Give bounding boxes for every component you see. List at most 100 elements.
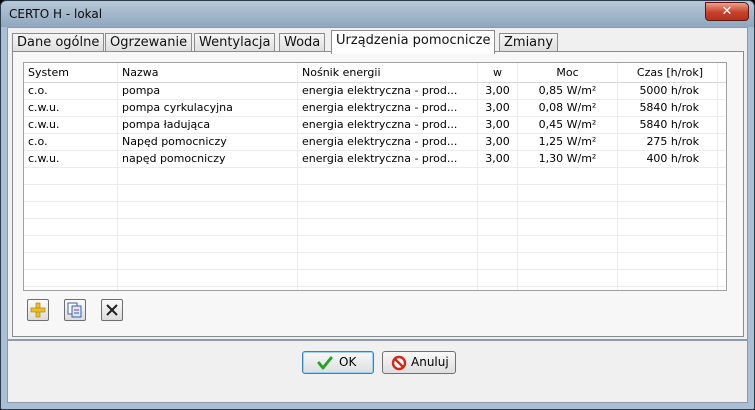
table-cell [618, 270, 718, 287]
table-cell: energia elektryczna - prod... [298, 151, 478, 168]
tab-label: Urządzenia pomocnicze [336, 33, 491, 48]
table-cell [618, 202, 718, 219]
table-cell [298, 253, 478, 270]
table-cell: 3,00 [478, 134, 518, 151]
delete-button[interactable] [101, 299, 123, 321]
table-cell [298, 202, 478, 219]
table-cell [518, 219, 618, 236]
table-row[interactable]: c.o. Napęd pomocniczy energia elektryczna … [24, 134, 726, 151]
table-row[interactable]: c.o. pompa energia elektryczna - prod... 3,… [24, 83, 726, 100]
table-cell: 0,45 W/m² [518, 117, 618, 134]
table-cell [718, 287, 726, 290]
table-row[interactable]: c.w.u. napęd pomocniczy energia elektryczn… [24, 151, 726, 168]
empty-table-row[interactable] [24, 253, 726, 270]
table-cell: 5840 h/rok [618, 100, 718, 117]
table-cell [618, 236, 718, 253]
table-cell: c.w.u. [24, 117, 118, 134]
table-cell: 1,30 W/m² [518, 151, 618, 168]
table-cell [518, 202, 618, 219]
table-cell [478, 236, 518, 253]
table-cell [478, 270, 518, 287]
tab-wentylacja[interactable]: Wentylacja [194, 33, 276, 53]
empty-table-row[interactable] [24, 185, 726, 202]
table-cell [118, 185, 298, 202]
table-cell [718, 253, 726, 270]
table-cell [24, 236, 118, 253]
table-row[interactable]: c.w.u. pompa ładująca energia elektryczna … [24, 117, 726, 134]
tab-dane-ogolne[interactable]: Dane ogólne [12, 33, 105, 53]
table-cell [298, 270, 478, 287]
table-cell [718, 134, 726, 151]
close-button[interactable]: ✕ [705, 2, 749, 21]
table-cell [24, 202, 118, 219]
copy-button[interactable] [64, 299, 86, 321]
table-cell: 3,00 [478, 100, 518, 117]
table-cell [618, 287, 718, 290]
empty-table-row[interactable] [24, 219, 726, 236]
table-cell [718, 168, 726, 185]
window-title: CERTO H - lokal [9, 7, 103, 21]
empty-table-row[interactable] [24, 270, 726, 287]
table-cell [478, 185, 518, 202]
col-header-czas[interactable]: Czas [h/rok] [618, 63, 718, 83]
table-cell [518, 168, 618, 185]
tab-label: Zmiany [504, 35, 554, 50]
table-cell: c.o. [24, 134, 118, 151]
table-cell: 275 h/rok [618, 134, 718, 151]
tab-ogrzewanie[interactable]: Ogrzewanie [105, 33, 193, 53]
tab-zmiany[interactable]: Zmiany [499, 33, 559, 53]
empty-table-row[interactable] [24, 236, 726, 253]
table-cell [718, 117, 726, 134]
table-cell [478, 219, 518, 236]
table-cell: energia elektryczna - prod... [298, 117, 478, 134]
table-cell [298, 287, 478, 290]
tab-woda[interactable]: Woda [279, 33, 326, 53]
empty-table-row[interactable] [24, 287, 726, 290]
ok-button[interactable]: OK [302, 351, 374, 374]
table-cell [718, 202, 726, 219]
tab-urzadzenia-pomocnicze[interactable]: Urządzenia pomocnicze [331, 30, 496, 54]
main-area: Dane ogólne Ogrzewanie Wentylacja Woda U… [7, 27, 748, 340]
dialog-window: CERTO H - lokal ✕ Dane ogólne Ogrzewanie… [0, 0, 755, 410]
table-cell [518, 236, 618, 253]
table-cell: Napęd pomocniczy [118, 134, 298, 151]
table-cell [518, 253, 618, 270]
table-cell [518, 270, 618, 287]
table-cell [24, 287, 118, 290]
empty-table-row[interactable] [24, 168, 726, 185]
table-cell: 5840 h/rok [618, 117, 718, 134]
table-cell: 0,85 W/m² [518, 83, 618, 100]
table-cell: napęd pomocniczy [118, 151, 298, 168]
table-cell: 0,08 W/m² [518, 100, 618, 117]
cancel-button[interactable]: Anuluj [382, 351, 456, 374]
table-cell [118, 202, 298, 219]
add-button[interactable] [27, 299, 49, 321]
col-header-nosnik[interactable]: Nośnik energii [298, 63, 478, 83]
empty-table-row[interactable] [24, 202, 726, 219]
tab-label: Woda [284, 35, 321, 50]
table-cell [518, 185, 618, 202]
cancel-icon [391, 355, 407, 371]
cancel-label: Anuluj [411, 355, 449, 369]
table-cell: 3,00 [478, 117, 518, 134]
table-cell [24, 168, 118, 185]
table-cell: energia elektryczna - prod... [298, 100, 478, 117]
table-row[interactable]: c.w.u. pompa cyrkulacyjna energia elektryc… [24, 100, 726, 117]
table-cell [298, 168, 478, 185]
col-header-moc[interactable]: Moc [518, 63, 618, 83]
table-cell: c.w.u. [24, 100, 118, 117]
col-header-system[interactable]: System [24, 63, 118, 83]
table-cell [718, 270, 726, 287]
table-cell: pompa ładująca [118, 117, 298, 134]
title-bar[interactable]: CERTO H - lokal ✕ [1, 1, 754, 27]
tab-label: Dane ogólne [17, 35, 100, 50]
col-header-w[interactable]: w [478, 63, 518, 83]
table-cell: c.w.u. [24, 151, 118, 168]
table-cell [298, 236, 478, 253]
table-cell: 3,00 [478, 151, 518, 168]
table-cell [718, 100, 726, 117]
col-header-nazwa[interactable]: Nazwa [118, 63, 298, 83]
tab-label: Ogrzewanie [110, 35, 188, 50]
add-icon [30, 302, 46, 318]
table-cell [118, 219, 298, 236]
